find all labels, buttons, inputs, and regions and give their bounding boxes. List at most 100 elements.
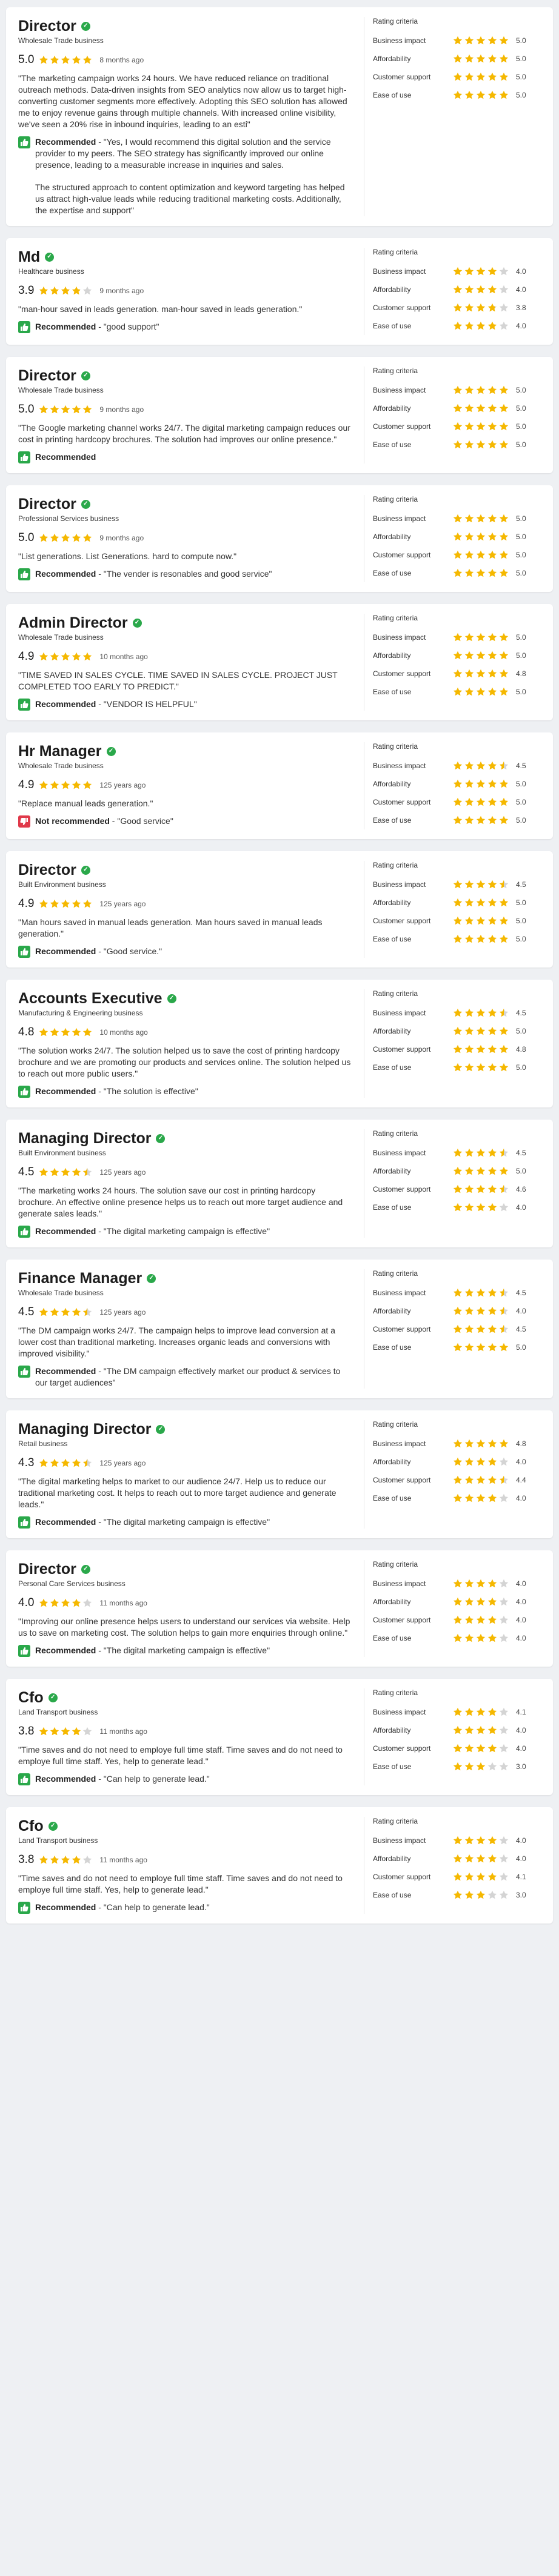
overall-star-rating [39,1458,92,1468]
criteria-value: 5.0 [516,422,526,431]
star-icon [487,1836,497,1845]
star-icon [39,1855,49,1865]
recommendation: Recommended - "Can help to generate lead… [18,1773,352,1785]
criteria-label: Affordability [373,1027,411,1035]
star-icon [464,321,474,331]
criteria-label: Business impact [373,1149,426,1157]
criteria-row: Business impact 4.5 [373,875,541,894]
star-icon [50,286,59,296]
star-icon [476,815,486,825]
star-icon [453,779,463,789]
star-icon [453,669,463,679]
thumbs-up-icon [18,451,30,463]
thumbs-up-icon [18,321,30,333]
criteria-value: 4.5 [516,880,526,889]
star-icon [453,1148,463,1158]
rating-criteria-panel: Rating criteria Business impact 4.5 Afford… [364,989,541,1098]
rating-criteria-panel: Rating criteria Business impact 4.8 Afford… [364,1420,541,1529]
star-icon [61,1458,70,1468]
overall-score: 4.8 [18,1026,35,1038]
criteria-label: Ease of use [373,935,412,943]
star-icon [453,550,463,560]
verified-check-icon: ✓ [81,21,90,31]
criteria-row: Customer support 4.5 [373,1320,541,1338]
overall-score: 4.0 [18,1596,35,1609]
review-card: Hr Manager ✓ Wholesale Trade business 4.… [6,732,553,839]
star-icon [487,550,497,560]
reviewer-industry: Built Environment business [18,880,106,889]
star-icon [39,55,49,65]
star-icon [476,550,486,560]
criteria-star-rating [453,267,509,276]
review-extra-text: The structured approach to content optim… [35,182,345,215]
star-icon [476,568,486,578]
criteria-label: Ease of use [373,1063,412,1072]
review-time: 11 months ago [99,1599,147,1607]
verified-check-icon: ✓ [147,1273,156,1283]
star-icon [499,1044,509,1054]
star-icon [487,54,497,64]
star-icon [476,1725,486,1735]
star-icon [499,1836,509,1845]
star-icon [464,1148,474,1158]
star-icon [487,72,497,82]
criteria-row: Ease of use 5.0 [373,564,541,582]
star-icon [487,1008,497,1018]
star-icon [464,1306,474,1316]
star-icon [476,1148,486,1158]
recommendation: Recommended - "good support" [18,321,352,333]
criteria-value: 5.0 [516,91,526,99]
review-quote: "Time saves and do not need to employe f… [18,1873,343,1894]
overall-score: 4.5 [18,1306,35,1318]
verified-check-icon: ✓ [81,371,90,380]
criteria-star-rating [453,36,509,45]
recommendation-text: - "The vender is resonables and good ser… [96,569,272,579]
criteria-row: Business impact 4.1 [373,1703,541,1721]
star-icon [82,533,92,543]
star-icon [464,669,474,679]
criteria-row: Business impact 4.5 [373,1144,541,1162]
star-icon [453,1306,463,1316]
reviewer-title: Hr Manager [18,743,102,760]
criteria-star-rating [453,1744,509,1753]
criteria-label: Ease of use [373,816,412,825]
star-icon [464,72,474,82]
star-icon [464,1725,474,1735]
star-icon [61,286,70,296]
star-icon [499,1203,509,1212]
criteria-value: 4.5 [516,1009,526,1017]
criteria-value: 5.0 [516,780,526,788]
star-icon [82,286,92,296]
criteria-value: 4.0 [516,1579,526,1588]
star-icon [464,1324,474,1334]
recommendation-label: Not recommended [35,816,110,826]
rating-criteria-title: Rating criteria [373,1129,418,1138]
recommendation-text: - "The solution is effective" [96,1086,198,1096]
star-icon [499,550,509,560]
verified-check-icon: ✓ [48,1693,58,1702]
star-icon [453,1288,463,1298]
criteria-row: Customer support 4.4 [373,1471,541,1489]
criteria-star-rating [453,1343,509,1352]
star-icon [499,532,509,542]
review-quote: "The marketing campaign works 24 hours. … [18,73,347,129]
star-icon [476,1854,486,1864]
criteria-star-rating [453,321,509,331]
star-icon [453,1343,463,1352]
criteria-value: 4.8 [516,1439,526,1448]
criteria-value: 4.0 [516,1307,526,1315]
star-icon [39,286,49,296]
criteria-star-rating [453,1044,509,1054]
thumbs-up-icon [18,568,30,580]
review-quote: "The Google marketing channel works 24/7… [18,423,350,444]
star-icon [487,1439,497,1449]
star-icon [476,1044,486,1054]
criteria-label: Ease of use [373,440,412,449]
criteria-value: 5.0 [516,1167,526,1175]
review-quote: "man-hour saved in leads generation. man… [18,304,303,314]
star-icon [487,1026,497,1036]
star-icon [476,1615,486,1625]
review-body: Cfo ✓ Land Transport business 3.8 11 mon… [18,1817,364,1914]
criteria-star-rating [453,815,509,825]
star-icon [464,1762,474,1771]
